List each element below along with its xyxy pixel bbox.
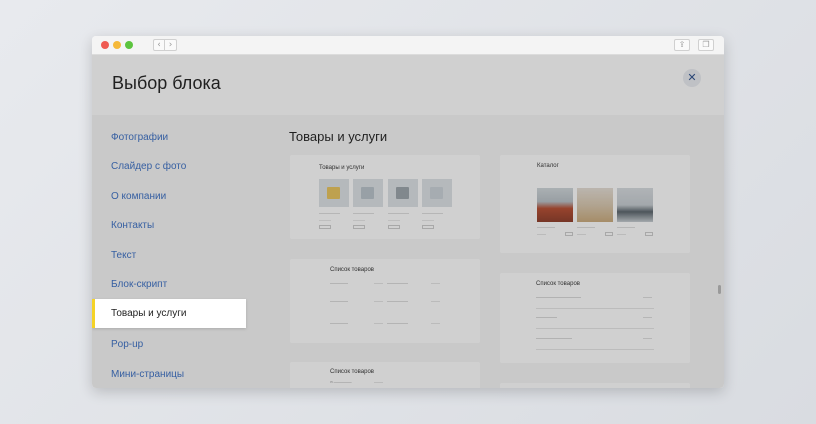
share-icon[interactable]: ⇪ <box>674 39 690 51</box>
modal-content: Выбор блока ✕ Фотографии Слайдер с фото … <box>92 55 724 388</box>
tabs-icon[interactable]: ❐ <box>698 39 714 51</box>
window-titlebar: ‹ › ⇪ ❐ <box>92 36 724 55</box>
browser-window: ‹ › ⇪ ❐ Выбор блока ✕ Фотографии Слайдер… <box>92 36 724 388</box>
maximize-window-button[interactable] <box>125 41 133 49</box>
navigation-buttons: ‹ › <box>153 39 177 51</box>
sidebar-item-products[interactable]: Товары и услуги <box>92 299 246 328</box>
forward-icon[interactable]: › <box>165 39 177 51</box>
back-icon[interactable]: ‹ <box>153 39 165 51</box>
scrollbar[interactable] <box>718 285 721 294</box>
modal-overlay <box>92 55 724 388</box>
minimize-window-button[interactable] <box>113 41 121 49</box>
close-window-button[interactable] <box>101 41 109 49</box>
toolbar-right: ⇪ ❐ <box>674 39 714 51</box>
